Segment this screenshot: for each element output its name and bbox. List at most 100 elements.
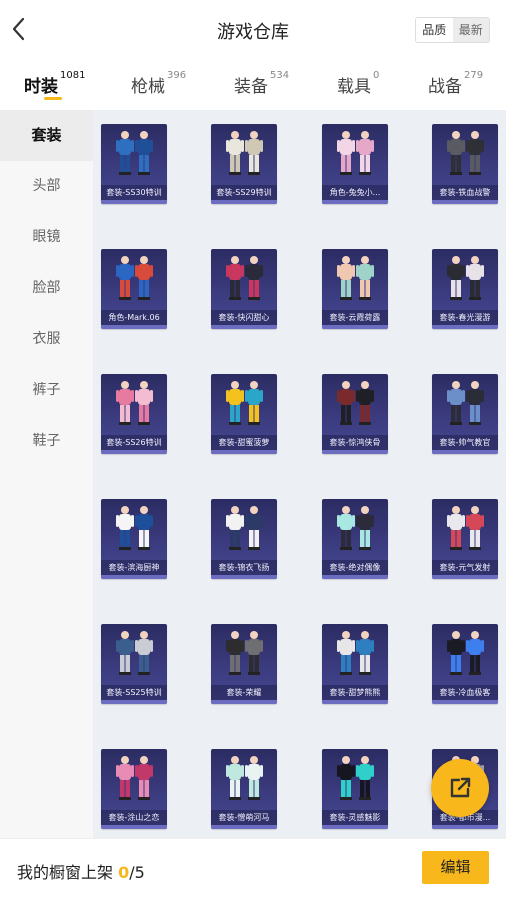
sidebar-item-head[interactable]: 头部	[0, 161, 93, 212]
item-label: 套装-惊鸿侠骨	[322, 435, 388, 450]
share-external-icon	[450, 777, 471, 798]
item-card[interactable]: 套装-云霞荷露	[322, 249, 388, 329]
active-tab-indicator	[44, 97, 62, 100]
pink-suit-pair-icon	[116, 381, 153, 425]
item-card[interactable]: 套装-灵感魅影	[322, 749, 388, 829]
edit-button[interactable]: 编辑	[422, 851, 489, 884]
item-label: 套装-帅气教官	[432, 435, 498, 450]
tab-label: 战备	[428, 77, 462, 97]
tab-guns[interactable]: 枪械396	[131, 70, 186, 97]
item-label: 套装-快闪甜心	[211, 310, 277, 325]
item-card[interactable]: 套装-铁血战警	[432, 124, 498, 204]
mint-pajama-pair-icon	[226, 756, 263, 800]
item-label: 套装-SS26特训	[101, 435, 167, 450]
item-card[interactable]: 套装-冷血极客	[432, 624, 498, 704]
white-robe-pair-icon	[226, 506, 263, 550]
pink-fox-pair-icon	[116, 756, 153, 800]
bunny-girl-figure-icon	[337, 131, 374, 175]
item-card[interactable]: 套装-甜梦熊熊	[322, 624, 388, 704]
item-card[interactable]: 套装-快闪甜心	[211, 249, 277, 329]
sort-newest-option[interactable]: 最新	[452, 18, 489, 42]
bear-pajama-pair-icon	[337, 631, 374, 675]
item-card[interactable]: 套装-惊鸿侠骨	[322, 374, 388, 454]
category-tabs: 时装1081 枪械396 装备534 载具0 战备279	[0, 60, 506, 110]
tab-label: 载具	[337, 77, 371, 97]
item-label: 角色-兔兔小...	[322, 185, 388, 200]
armor-suit-pair-icon	[447, 131, 484, 175]
tab-combat-gear[interactable]: 战备279	[428, 70, 484, 97]
item-rarity-bar	[322, 200, 388, 204]
item-card[interactable]: 套装-甜蜜菠萝	[211, 374, 277, 454]
item-card[interactable]: 套装-元气发射	[432, 499, 498, 579]
tab-label: 时装	[24, 77, 58, 97]
item-label: 套装-铁血战警	[432, 185, 498, 200]
item-card[interactable]: 套装-SS25特训	[101, 624, 167, 704]
item-rarity-bar	[101, 700, 167, 704]
sidebar-item-face[interactable]: 脸部	[0, 263, 93, 314]
item-rarity-bar	[322, 325, 388, 329]
item-rarity-bar	[211, 200, 277, 204]
sidebar: 套装 头部 眼镜 脸部 衣服 裤子 鞋子	[0, 110, 93, 838]
tab-fashion[interactable]: 时装1081	[24, 70, 86, 97]
item-label: 套装-春光漫游	[432, 310, 498, 325]
black-tech-pair-icon	[447, 631, 484, 675]
blue-jacket-set-icon	[447, 381, 484, 425]
item-label: 套装-滨海厨神	[101, 560, 167, 575]
item-rarity-bar	[211, 325, 277, 329]
item-label: 套装-SS30特训	[101, 185, 167, 200]
item-card[interactable]: 套装-憎萌河马	[211, 749, 277, 829]
item-label: 角色-Mark.06	[101, 310, 167, 325]
sort-quality-option[interactable]: 品质	[416, 18, 453, 42]
item-label: 套装-涂山之恋	[101, 810, 167, 825]
item-rarity-bar	[101, 575, 167, 579]
item-card[interactable]: 套装-SS26特训	[101, 374, 167, 454]
blue-camo-pair-icon	[116, 631, 153, 675]
item-card[interactable]: 套装-春光漫游	[432, 249, 498, 329]
share-button[interactable]	[431, 759, 489, 817]
item-rarity-bar	[322, 575, 388, 579]
showcase-label: 我的橱窗上架	[17, 863, 114, 882]
tab-equipment[interactable]: 装备534	[234, 70, 289, 97]
tab-count: 1081	[60, 70, 86, 81]
item-label: 套装-冷血极客	[432, 685, 498, 700]
tab-vehicles[interactable]: 载具0	[337, 70, 379, 97]
header: 游戏仓库 品质 最新	[0, 0, 506, 60]
sidebar-item-clothes[interactable]: 衣服	[0, 314, 93, 365]
white-suit-pair-icon	[226, 131, 263, 175]
item-rarity-bar	[211, 450, 277, 454]
item-card[interactable]: 套装-滨海厨神	[101, 499, 167, 579]
item-rarity-bar	[432, 450, 498, 454]
sidebar-item-glasses[interactable]: 眼镜	[0, 212, 93, 263]
sort-toggle[interactable]: 品质 最新	[415, 17, 490, 43]
item-card[interactable]: 套装-SS29特训	[211, 124, 277, 204]
item-label: 套装-锦衣飞扬	[211, 560, 277, 575]
blue-hero-figure-icon	[116, 256, 153, 300]
item-rarity-bar	[432, 325, 498, 329]
sidebar-item-shoes[interactable]: 鞋子	[0, 416, 93, 467]
item-rarity-bar	[432, 575, 498, 579]
sidebar-item-sets[interactable]: 套装	[0, 110, 93, 161]
item-card[interactable]: 套装-绝对偶像	[322, 499, 388, 579]
item-label: 套装-绝对偶像	[322, 560, 388, 575]
item-card[interactable]: 套装-荣耀	[211, 624, 277, 704]
dark-suit-pair-icon	[447, 256, 484, 300]
blue-suit-pair-icon	[116, 131, 153, 175]
tab-count: 279	[464, 70, 484, 81]
item-label: 套装-元气发射	[432, 560, 498, 575]
item-rarity-bar	[211, 575, 277, 579]
item-rarity-bar	[322, 825, 388, 829]
item-grid: 套装-SS30特训 套装-SS29特训 角色-兔兔小... 套装-铁血战警角色-Mar…	[93, 110, 506, 838]
item-label: 套装-憎萌河马	[211, 810, 277, 825]
item-card[interactable]: 角色-Mark.06	[101, 249, 167, 329]
sidebar-item-pants[interactable]: 裤子	[0, 365, 93, 416]
dark-robe-pair-icon	[337, 381, 374, 425]
item-card[interactable]: 套装-锦衣飞扬	[211, 499, 277, 579]
item-card[interactable]: 角色-兔兔小...	[322, 124, 388, 204]
item-card[interactable]: 套装-SS30特训	[101, 124, 167, 204]
item-card[interactable]: 套装-涂山之恋	[101, 749, 167, 829]
item-card[interactable]: 套装-帅气教官	[432, 374, 498, 454]
idol-pair-icon	[337, 506, 374, 550]
showcase-status: 我的橱窗上架 0/5	[17, 859, 145, 883]
pink-dark-suit-pair-icon	[226, 256, 263, 300]
item-rarity-bar	[322, 450, 388, 454]
